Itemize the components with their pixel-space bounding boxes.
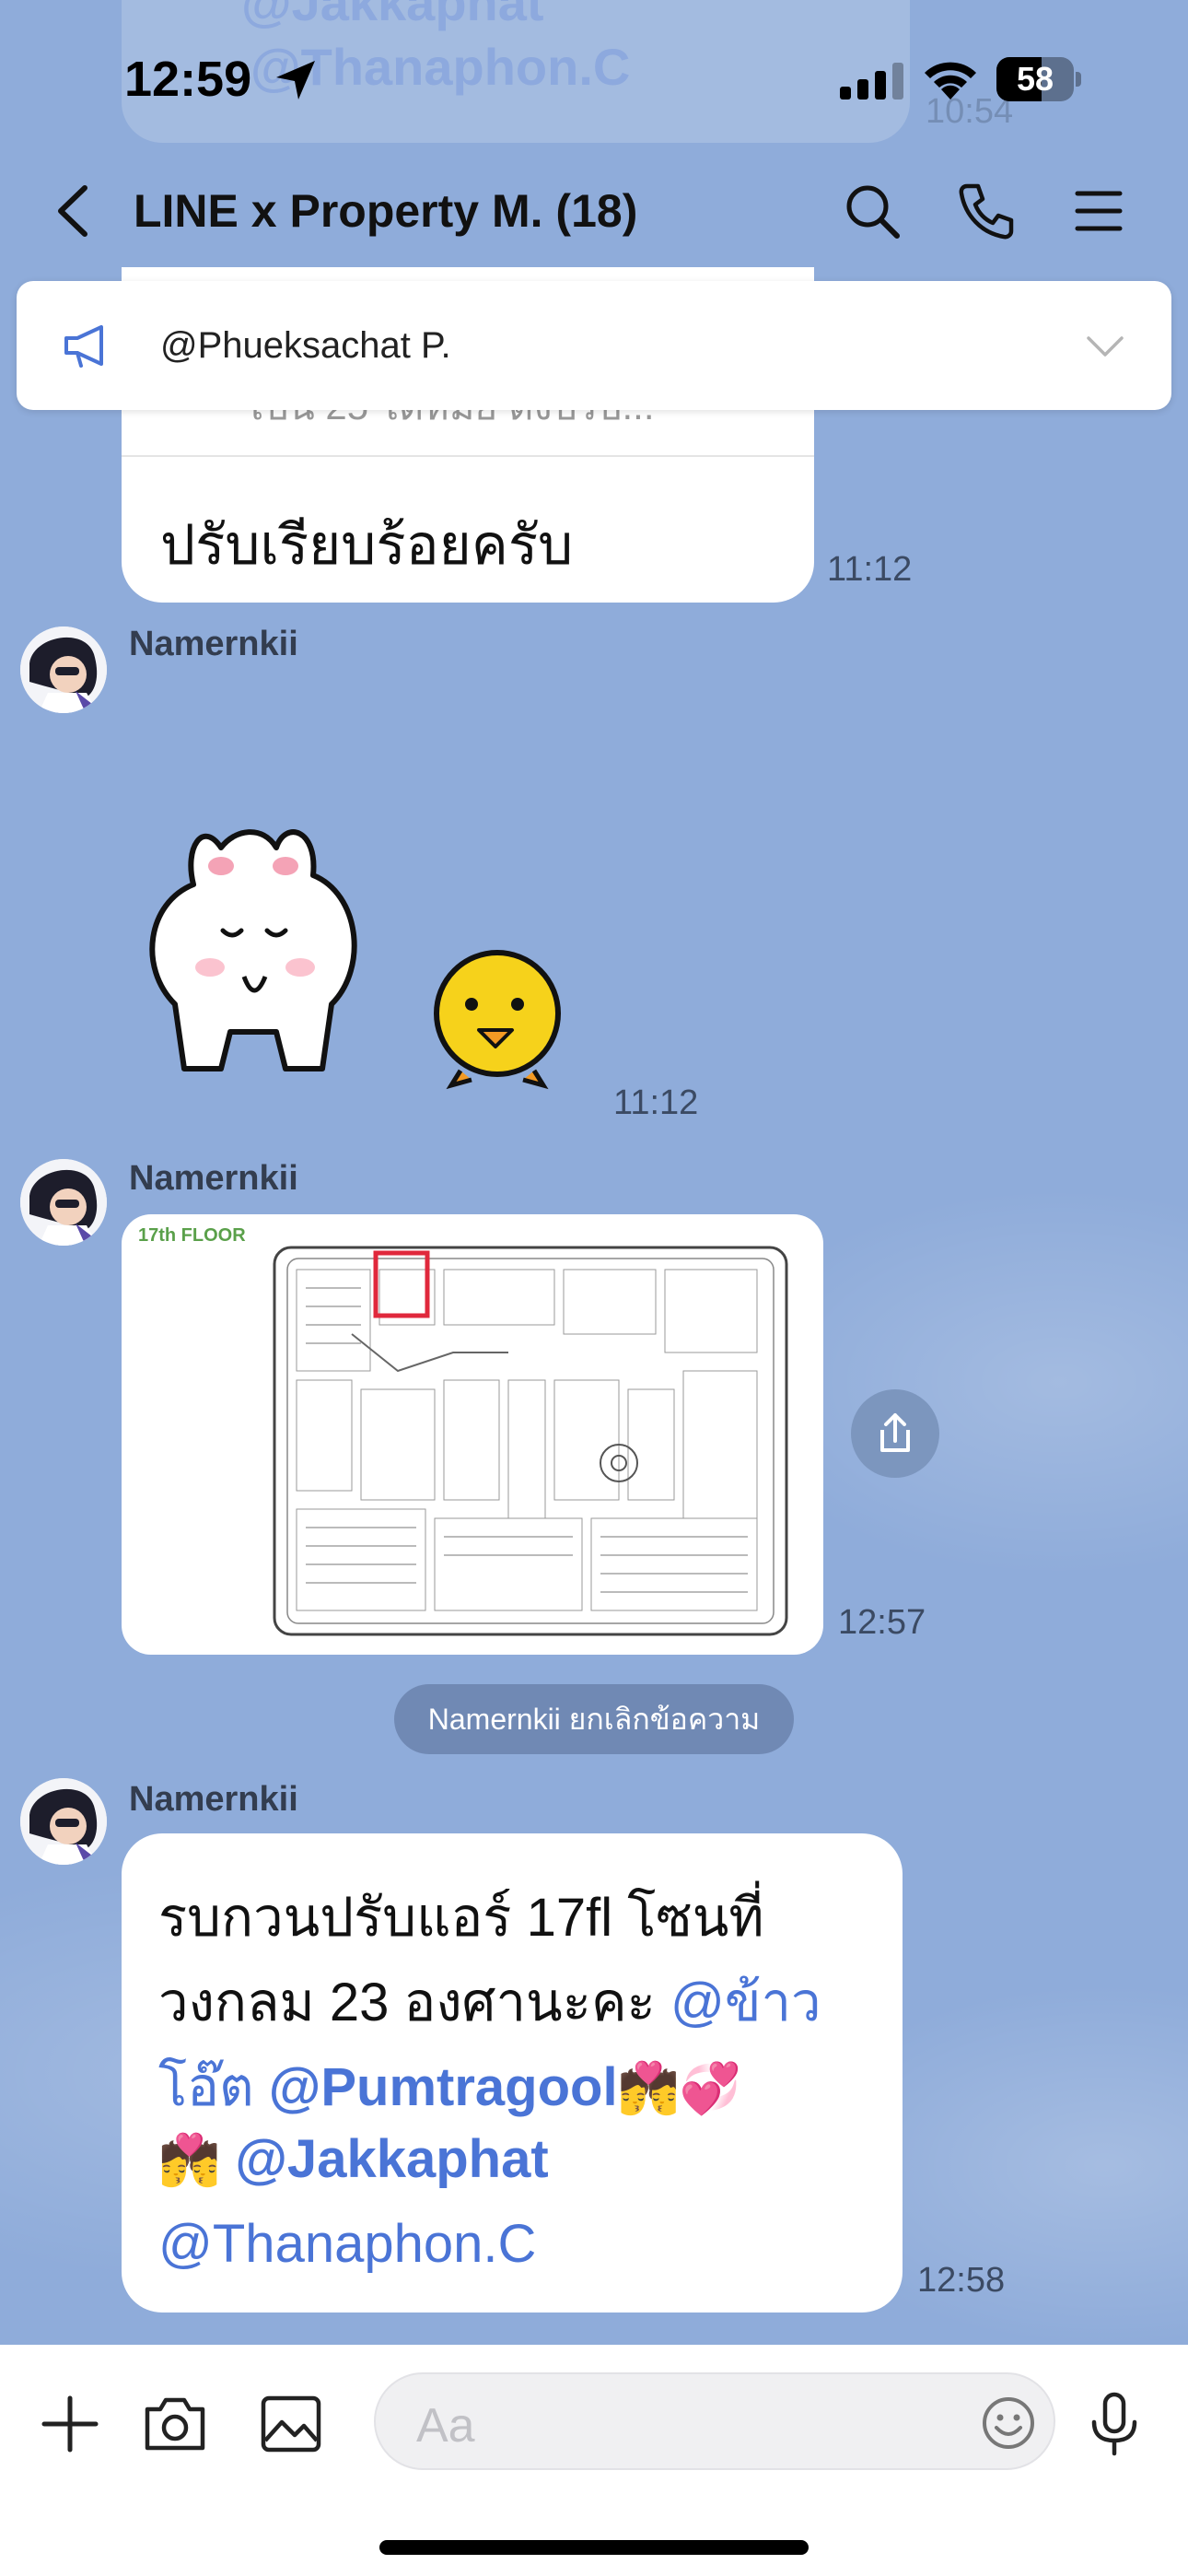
mention-link[interactable]: @Thanaphon.C bbox=[158, 2214, 536, 2274]
message-line-5: @Thanaphon.C bbox=[158, 2213, 536, 2275]
emoji: 💏 bbox=[158, 2133, 221, 2188]
input-placeholder: Aa bbox=[416, 2399, 475, 2453]
megaphone-icon bbox=[64, 325, 103, 368]
emoji-icon[interactable] bbox=[980, 2395, 1037, 2452]
message-line-3: โอ๊ต @Pumtragool💏💞 bbox=[158, 2043, 741, 2129]
avatar[interactable] bbox=[20, 626, 107, 713]
camera-icon[interactable] bbox=[140, 2389, 210, 2459]
announcement-text: @Phueksachat P. bbox=[160, 325, 451, 366]
location-arrow-icon bbox=[276, 61, 315, 100]
avatar[interactable] bbox=[20, 1778, 107, 1865]
floor-plan-image[interactable]: 17th FLOOR bbox=[122, 1214, 823, 1655]
avatar-image bbox=[20, 1159, 107, 1246]
chat-header: LINE x Property M. (18) bbox=[0, 166, 1188, 258]
emoji: 💏💞 bbox=[617, 2061, 742, 2116]
message-line-4: 💏 @Jakkaphat bbox=[158, 2128, 549, 2190]
message-time: 11:12 bbox=[827, 550, 913, 589]
share-icon bbox=[880, 1413, 910, 1452]
mention-link[interactable]: @Jakkaphat bbox=[235, 2129, 548, 2189]
message-bubble[interactable]: รบกวนปรับแอร์ 17fl โซนที่ วงกลม 23 องศาน… bbox=[122, 1833, 903, 2313]
wifi-icon bbox=[925, 62, 976, 100]
sender-name: Namernkii bbox=[129, 625, 298, 663]
cellular-signal-icon bbox=[840, 63, 903, 100]
message-time: 11:12 bbox=[613, 1083, 699, 1122]
chat-title[interactable]: LINE x Property M. (18) bbox=[134, 184, 637, 238]
phone-call-icon[interactable] bbox=[954, 179, 1019, 243]
status-time: 12:59 bbox=[124, 52, 252, 107]
system-unsend-notice: Namernkii ยกเลิกข้อความ bbox=[394, 1684, 794, 1754]
sticker-bunny-duck[interactable] bbox=[147, 792, 571, 1124]
home-indicator[interactable] bbox=[379, 2540, 809, 2555]
sender-name: Namernkii bbox=[129, 1159, 298, 1198]
message-input[interactable]: Aa bbox=[374, 2372, 1055, 2470]
bubble-divider bbox=[122, 455, 814, 457]
status-bar: 12:59 58 bbox=[0, 0, 1188, 147]
floor-label: 17th FLOOR bbox=[138, 1225, 246, 1246]
battery-icon: 58 bbox=[996, 57, 1081, 101]
microphone-icon[interactable] bbox=[1079, 2389, 1149, 2459]
mention-link[interactable]: โอ๊ต bbox=[158, 2057, 254, 2117]
chevron-down-icon[interactable] bbox=[1085, 329, 1125, 362]
floor-plan-drawing bbox=[273, 1246, 788, 1636]
back-chevron-icon[interactable] bbox=[48, 179, 103, 243]
share-button[interactable] bbox=[851, 1389, 939, 1478]
message-time: 12:58 bbox=[917, 2261, 1006, 2300]
avatar-image bbox=[20, 1778, 107, 1865]
search-icon[interactable] bbox=[840, 179, 904, 243]
plus-icon[interactable] bbox=[35, 2389, 105, 2459]
message-line-1: รบกวนปรับแอร์ 17fl โซนที่ bbox=[158, 1888, 764, 1948]
image-gallery-icon[interactable] bbox=[256, 2389, 326, 2459]
announcement-banner[interactable]: @Phueksachat P. bbox=[17, 281, 1171, 410]
message-time: 12:57 bbox=[838, 1603, 926, 1642]
avatar[interactable] bbox=[20, 1159, 107, 1246]
message-text: วงกลม 23 องศานะคะ bbox=[158, 1973, 670, 2032]
menu-icon[interactable] bbox=[1066, 179, 1131, 243]
message-text: ปรับเรียบร้อยครับ bbox=[160, 514, 574, 576]
mention-link[interactable]: @Pumtragool bbox=[269, 2057, 618, 2117]
sender-name: Namernkii bbox=[129, 1780, 298, 1819]
mention-link[interactable]: @ข้าว bbox=[670, 1973, 821, 2032]
avatar-image bbox=[20, 626, 107, 713]
message-line-2: วงกลม 23 องศานะคะ @ข้าว bbox=[158, 1959, 821, 2044]
